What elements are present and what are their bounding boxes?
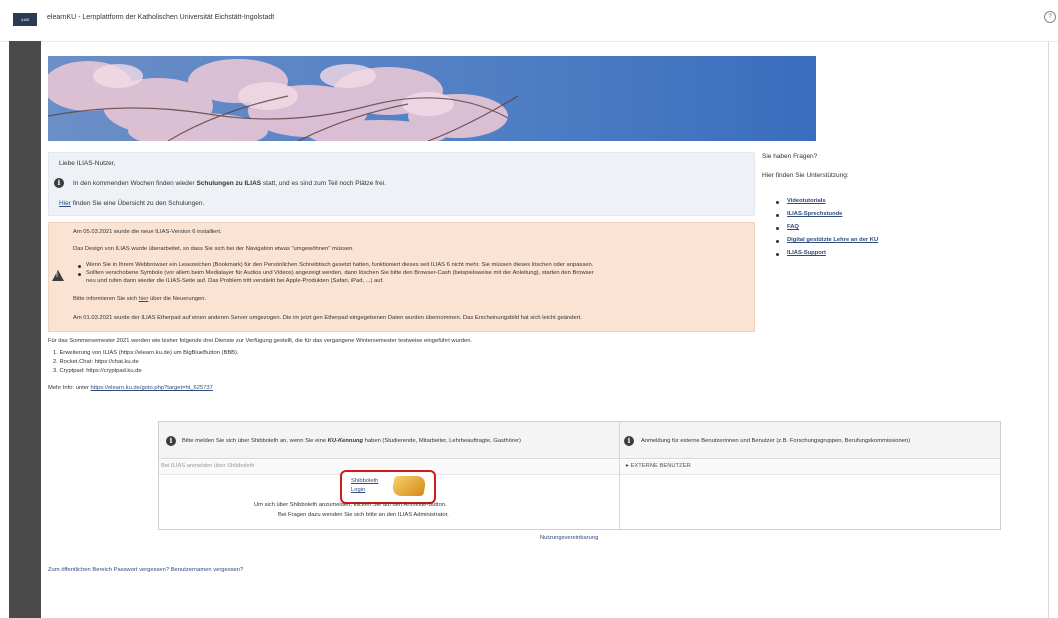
sidebar-link-digital-lehre[interactable]: Digital gestützte Lehre an der KU <box>787 237 878 243</box>
bullet <box>776 240 779 243</box>
page-title: elearnKU - Lernplattform der Katholische… <box>47 14 275 21</box>
cache-text: Sollten verschobene Symbole (vor allem b… <box>86 270 594 276</box>
help-icon[interactable]: ? <box>1044 11 1056 23</box>
cherry-blossom-banner <box>48 56 816 141</box>
shibboleth-hint: Um sich über Shibboleth anzumelden, klic… <box>254 502 447 508</box>
bullet <box>776 201 779 204</box>
sidebar-question: Sie haben Fragen? <box>762 153 818 160</box>
external-instruction: Anmeldung für externe Benutzerinnen und … <box>641 438 911 444</box>
cache-text-2: neu und rufen dann wieder die ILIAS-Seit… <box>86 278 384 284</box>
external-users-label[interactable]: ▸ EXTERNE BENUTZER <box>626 463 691 469</box>
bullet <box>78 265 81 268</box>
bookmark-text: Wenn Sie in Ihrem Webbrowser ein Lesezei… <box>86 262 594 268</box>
warning-icon <box>52 270 64 281</box>
info-icon: i <box>166 436 176 446</box>
bullet <box>776 253 779 256</box>
service-item: 1. Erweiterung von ILIAS (https://elearn… <box>53 350 239 356</box>
more-info-link[interactable]: https://elearn.ku.de/goto.php?target=ht_… <box>91 385 213 391</box>
admin-hint: Bei Fragen dazu wenden Sie sich bitte an… <box>278 512 449 518</box>
shibboleth-tab-label[interactable]: Bei ILIAS anmelden über Shibboleth <box>161 463 254 469</box>
warning-exclamation: ! <box>56 273 58 279</box>
sidebar-link-videotutorials[interactable]: Videotutorials <box>787 198 826 204</box>
banner-image <box>48 56 816 141</box>
greeting-text: Liebe ILIAS-Nutzer, <box>59 160 116 167</box>
login-divider <box>619 422 620 529</box>
services-intro: Für das Sommersemester 2021 werden wie b… <box>48 338 473 344</box>
shibboleth-logo-icon <box>391 476 427 496</box>
shibboleth-label[interactable]: Shibboleth <box>351 478 378 484</box>
shibboleth-login-label[interactable]: Login <box>351 487 365 493</box>
terms-link[interactable]: Nutzungsvereinbarung <box>540 535 598 541</box>
service-item: 2. Rocket.Chat: https://chat.ku.de <box>53 359 139 365</box>
design-text: Das Design von ILIAS wurde überarbeitet,… <box>73 246 354 252</box>
bullet <box>776 214 779 217</box>
sidebar-link-faq[interactable]: FAQ <box>787 224 799 230</box>
sidebar-support: Hier finden Sie Unterstützung: <box>762 172 849 179</box>
bullet <box>78 273 81 276</box>
schulungen-text: In den kommenden Wochen finden wieder Sc… <box>73 180 386 187</box>
etherpad-text: Am 01.03.2021 wurde der ILIAS Etherpad a… <box>73 315 582 321</box>
sidebar-link-sprechstunde[interactable]: ILIAS-Sprechstunde <box>787 211 842 217</box>
top-bar: ILIAS elearnKU - Lernplattform der Katho… <box>0 0 1058 28</box>
more-info: Mehr Info: unter https://elearn.ku.de/go… <box>48 385 213 391</box>
public-area-link[interactable]: Zum öffentlichen Bereich <box>48 567 112 573</box>
schulungen-link[interactable]: Hier <box>59 200 71 207</box>
ilias-logo[interactable]: ILIAS <box>13 13 37 26</box>
bullet <box>776 227 779 230</box>
breadcrumb-strip <box>0 27 1058 42</box>
forgot-password-link[interactable]: Passwort vergessen? <box>114 567 169 573</box>
info-icon: i <box>54 178 64 188</box>
main-bar <box>9 41 41 618</box>
sidebar-link-ilias-support[interactable]: ILIAS-Support <box>787 250 826 256</box>
schulungen-overview-text: Hier finden Sie eine Übersicht zu den Sc… <box>59 200 205 207</box>
shibboleth-instruction: Bitte melden Sie sich über Shibboleth an… <box>182 438 521 444</box>
forgot-username-link[interactable]: Benutzernamen vergessen? <box>171 567 244 573</box>
footer-links: Zum öffentlichen Bereich Passwort verges… <box>48 567 243 573</box>
info-icon: i <box>624 436 634 446</box>
version-text: Am 05.03.2021 wurde die neue ILIAS-Versi… <box>73 229 222 235</box>
right-border <box>1048 41 1049 618</box>
neuerungen-link[interactable]: hier <box>139 296 149 302</box>
neuerungen-text: Bitte informieren Sie sich hier über die… <box>73 296 207 302</box>
service-item: 3. Cryptpad: https://cryptpad.ku.de <box>53 368 142 374</box>
